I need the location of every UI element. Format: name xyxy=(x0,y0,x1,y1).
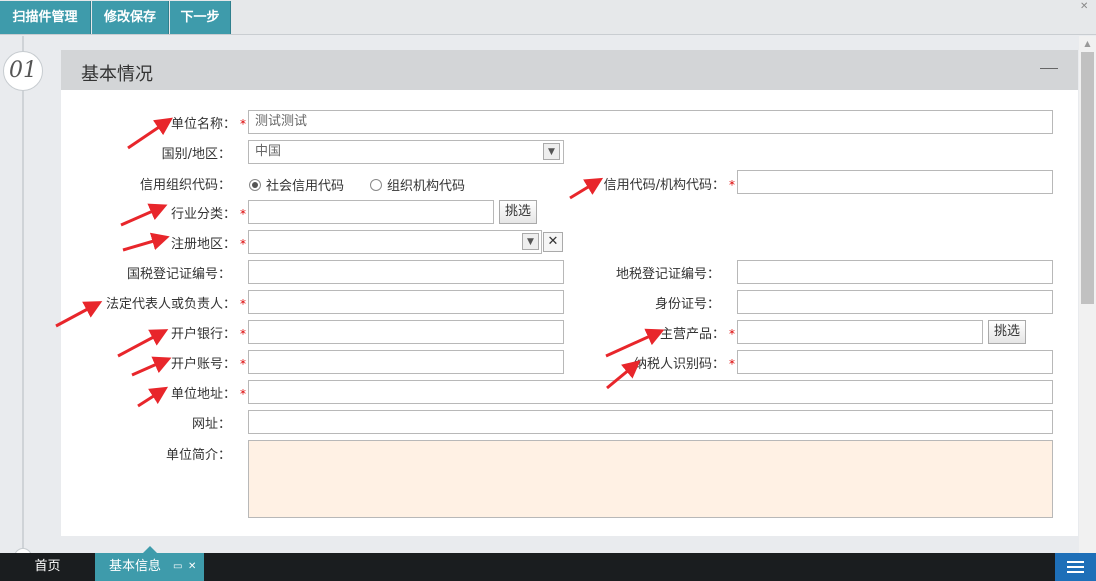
id-number-label: 身份证号： xyxy=(654,297,720,312)
local-tax-input[interactable] xyxy=(737,260,1053,284)
website-input[interactable] xyxy=(248,410,1053,434)
tab-pointer xyxy=(143,546,157,553)
step-number-badge: 01 xyxy=(3,51,43,91)
top-toolbar: 扫描件管理 修改保存 下一步 ✕ xyxy=(0,0,1096,35)
credit-org-code-label: 信用组织代码： xyxy=(139,178,231,193)
radio-unselected-icon xyxy=(370,179,382,191)
chevron-down-icon[interactable]: ▼ xyxy=(543,143,560,160)
id-number-input[interactable] xyxy=(737,290,1053,314)
radio-org-code[interactable]: 组织机构代码 xyxy=(370,175,465,194)
reg-area-label: 注册地区： * xyxy=(170,237,246,252)
bank-input[interactable] xyxy=(248,320,564,344)
maximize-icon[interactable]: ▭ xyxy=(173,553,182,581)
country-select[interactable]: 中国 ▼ xyxy=(248,140,564,164)
reg-area-select[interactable]: ▼ xyxy=(248,230,542,254)
next-step-button[interactable]: 下一步 xyxy=(170,1,231,34)
address-label: 单位地址： * xyxy=(170,387,246,402)
vertical-scrollbar[interactable]: ▲ xyxy=(1079,36,1096,553)
tab-home[interactable]: 首页 xyxy=(0,553,95,581)
main-product-pick-button[interactable]: 挑选 xyxy=(988,320,1026,344)
bottom-tab-bar: 首页 基本信息 ▭ ✕ xyxy=(0,546,1096,581)
panel-header: 基本情况 xyxy=(61,50,1078,90)
unit-name-label: 单位名称： * xyxy=(170,117,246,132)
country-label: 国别/地区： xyxy=(161,147,231,162)
credit-code-input[interactable] xyxy=(737,170,1053,194)
tab-close-icon[interactable]: ✕ xyxy=(188,553,196,581)
scroll-up-icon[interactable]: ▲ xyxy=(1079,36,1096,51)
taxpayer-id-label: 纳税人识别码： * xyxy=(633,357,735,372)
industry-label: 行业分类： * xyxy=(170,207,246,222)
taxpayer-id-input[interactable] xyxy=(737,350,1053,374)
intro-label: 单位简介： xyxy=(165,448,231,463)
legal-rep-input[interactable] xyxy=(248,290,564,314)
scroll-thumb[interactable] xyxy=(1081,52,1094,304)
intro-textarea[interactable] xyxy=(248,440,1053,518)
radio-social-credit-code[interactable]: 社会信用代码 xyxy=(249,175,344,194)
national-tax-input[interactable] xyxy=(248,260,564,284)
radio-selected-icon xyxy=(249,179,261,191)
scan-management-button[interactable]: 扫描件管理 xyxy=(0,1,91,34)
main-product-label: 主营产品： * xyxy=(659,327,735,342)
step-timeline xyxy=(22,36,24,556)
address-input[interactable] xyxy=(248,380,1053,404)
industry-input[interactable] xyxy=(248,200,494,224)
national-tax-label: 国税登记证编号： xyxy=(126,267,231,282)
menu-icon[interactable] xyxy=(1055,553,1096,581)
bank-label: 开户银行： * xyxy=(170,327,246,342)
website-label: 网址： xyxy=(191,417,231,432)
legal-rep-label: 法定代表人或负责人： * xyxy=(105,297,246,312)
local-tax-label: 地税登记证编号： xyxy=(615,267,720,282)
close-icon[interactable]: ✕ xyxy=(1080,2,1090,12)
chevron-down-icon[interactable]: ▼ xyxy=(522,233,539,250)
save-changes-button[interactable]: 修改保存 xyxy=(92,1,169,34)
industry-pick-button[interactable]: 挑选 xyxy=(499,200,537,224)
main-product-input[interactable] xyxy=(737,320,983,344)
clear-icon[interactable]: ✕ xyxy=(543,232,563,252)
account-input[interactable] xyxy=(248,350,564,374)
collapse-icon[interactable] xyxy=(1040,68,1058,69)
tab-basic-info[interactable]: 基本信息 ▭ ✕ xyxy=(95,553,204,581)
panel-title: 基本情况 xyxy=(81,64,153,85)
account-label: 开户账号： * xyxy=(170,357,246,372)
unit-name-input[interactable]: 测试测试 xyxy=(248,110,1053,134)
credit-code-label: 信用代码/机构代码： * xyxy=(603,178,735,193)
